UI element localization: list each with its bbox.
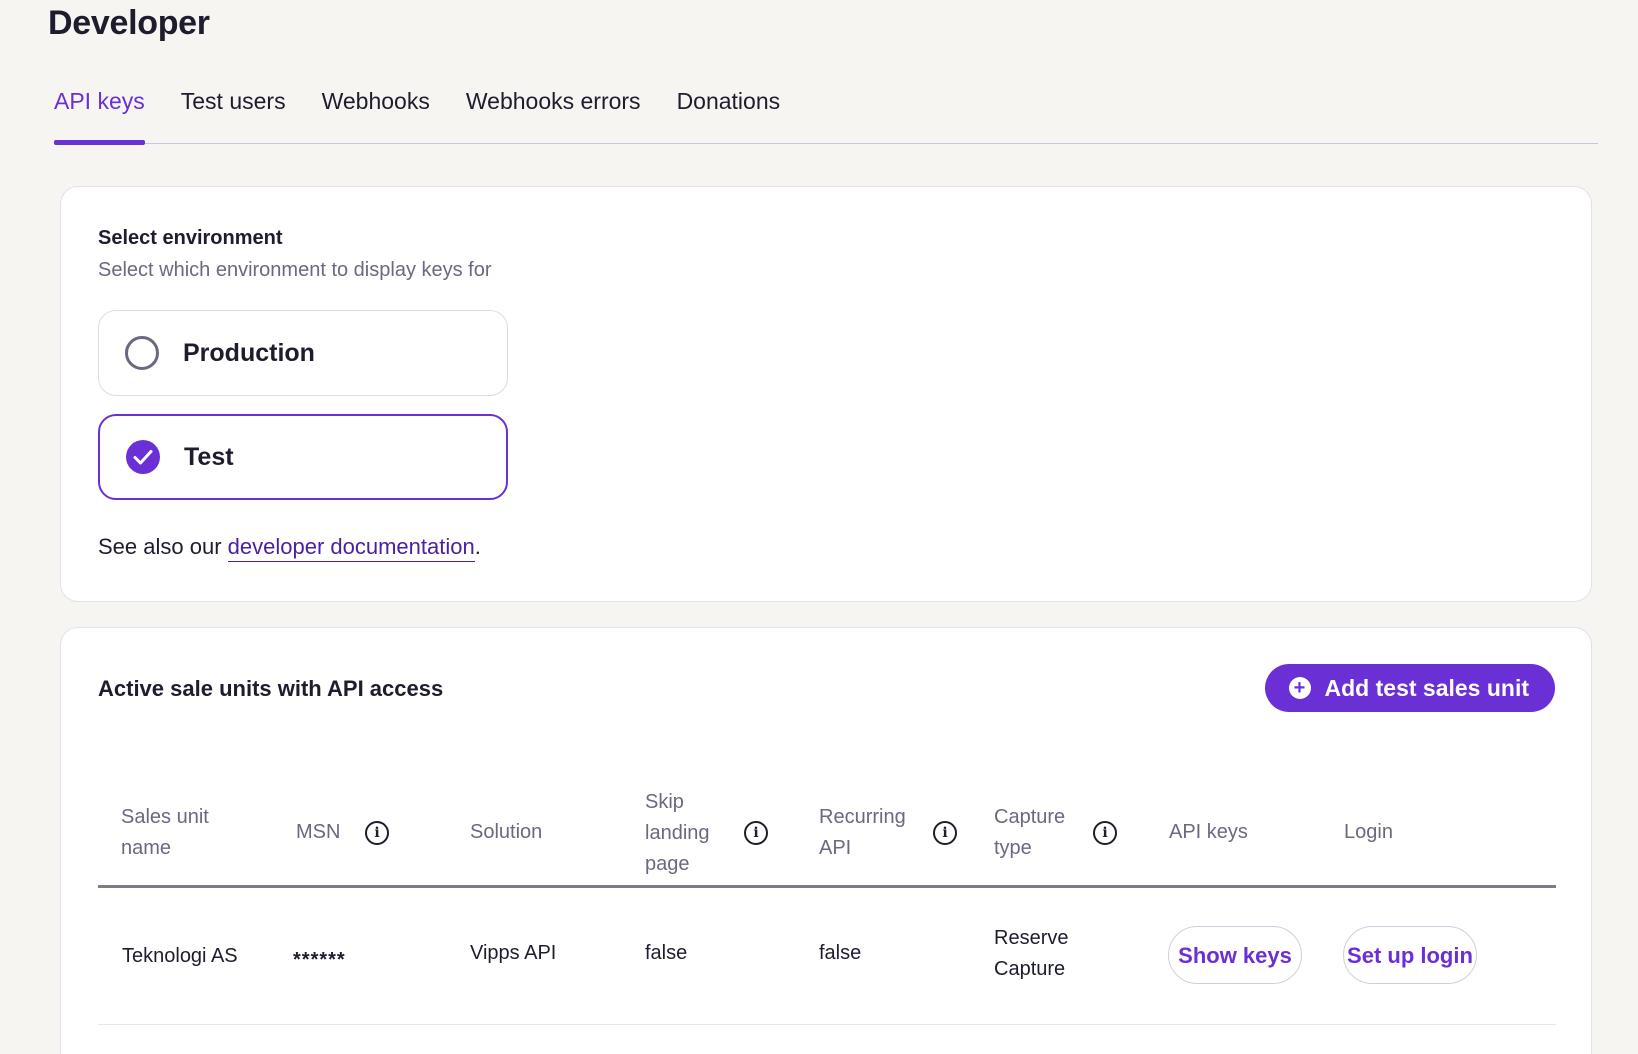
- tab-donations[interactable]: Donations: [677, 86, 781, 144]
- column-header-msn: MSN: [296, 821, 341, 843]
- environment-option-production[interactable]: Production: [98, 310, 508, 396]
- see-also-prefix: See also our: [98, 534, 228, 559]
- column-header-solution: Solution: [470, 821, 543, 843]
- tab-test-users[interactable]: Test users: [181, 86, 286, 144]
- column-header-login: Login: [1344, 821, 1393, 843]
- add-button-label: Add test sales unit: [1324, 674, 1529, 701]
- see-also-suffix: .: [474, 534, 481, 559]
- cell-msn: ******: [293, 949, 346, 971]
- tab-webhooks[interactable]: Webhooks: [322, 86, 430, 144]
- info-icon[interactable]: i: [933, 821, 957, 845]
- environment-card: Select environment Select which environm…: [60, 186, 1592, 602]
- environment-option-test[interactable]: Test: [98, 414, 508, 500]
- cell-recurring-api: false: [819, 942, 862, 964]
- table-row: Teknologi AS ****** Vipps API false fals…: [98, 891, 1556, 1025]
- page-title: Developer: [48, 4, 210, 42]
- tab-webhooks-errors[interactable]: Webhooks errors: [466, 86, 641, 144]
- column-header-recurring-api: Recurring API: [819, 806, 906, 859]
- column-header-api-keys: API keys: [1169, 821, 1248, 843]
- tab-bar: API keys Test users Webhooks Webhooks er…: [54, 86, 1598, 145]
- cell-skip-landing-page: false: [645, 942, 688, 964]
- sale-units-title: Active sale units with API access: [98, 676, 444, 701]
- info-icon[interactable]: i: [744, 821, 768, 845]
- info-icon[interactable]: i: [1093, 821, 1117, 845]
- column-header-sales-unit-name: Sales unit name: [121, 806, 209, 859]
- see-also-text: See also our developer documentation.: [98, 534, 481, 562]
- cell-solution: Vipps API: [470, 942, 557, 964]
- plus-circle-icon: +: [1288, 677, 1311, 699]
- add-test-sales-unit-button[interactable]: + Add test sales unit: [1264, 664, 1555, 712]
- column-header-capture-type: Capture type: [994, 806, 1066, 859]
- developer-documentation-link[interactable]: developer documentation: [227, 534, 475, 562]
- environment-option-label: Production: [183, 338, 315, 367]
- set-up-login-button[interactable]: Set up login: [1343, 926, 1477, 984]
- info-icon[interactable]: i: [365, 821, 389, 845]
- environment-subtitle: Select which environment to display keys…: [98, 259, 492, 281]
- radio-checked-icon: [126, 440, 160, 474]
- sale-units-card: Active sale units with API access + Add …: [60, 627, 1592, 1054]
- tab-api-keys[interactable]: API keys: [54, 86, 145, 145]
- table-header: Sales unit name MSN i Solution Skip land…: [98, 778, 1556, 888]
- cell-sales-unit-name: Teknologi AS: [122, 945, 238, 967]
- environment-title: Select environment: [98, 227, 283, 249]
- environment-option-label: Test: [184, 442, 234, 471]
- column-header-skip-landing-page: Skip landing page: [645, 791, 710, 875]
- radio-unchecked-icon: [125, 336, 159, 370]
- cell-capture-type: Reserve Capture: [994, 927, 1069, 980]
- show-keys-button[interactable]: Show keys: [1168, 926, 1302, 984]
